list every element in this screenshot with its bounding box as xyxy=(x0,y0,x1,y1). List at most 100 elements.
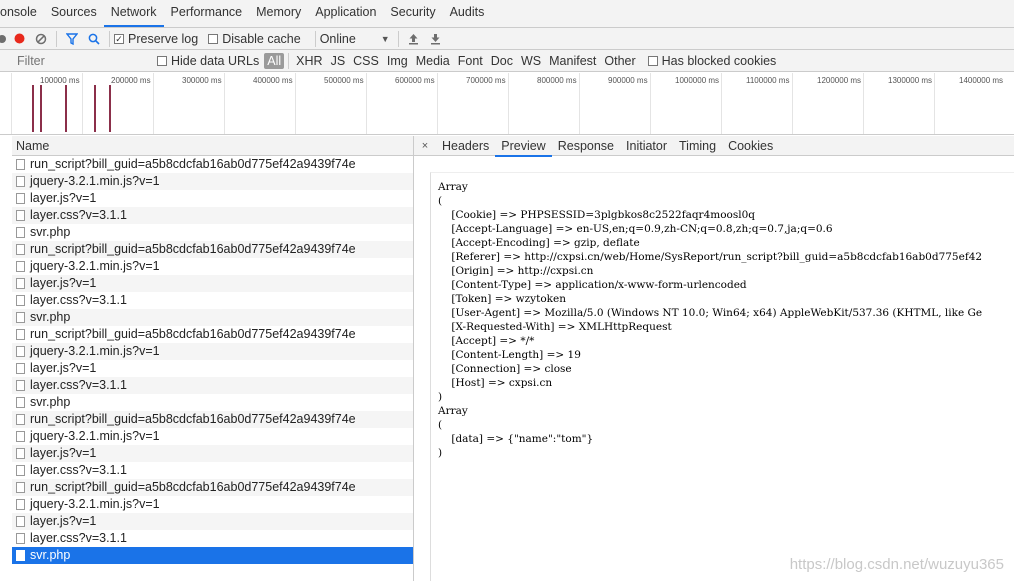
file-icon xyxy=(16,244,25,255)
request-row[interactable]: layer.css?v=3.1.1 xyxy=(12,462,413,479)
preview-line: [Content-Length] => 19 xyxy=(438,349,581,361)
preserve-log-checkbox[interactable]: ✓ Preserve log xyxy=(114,32,198,46)
file-icon xyxy=(16,176,25,187)
filter-icon[interactable] xyxy=(61,29,83,49)
preview-line: [Accept-Encoding] => gzip, deflate xyxy=(438,237,640,249)
request-name: svr.php xyxy=(30,548,71,562)
type-filter-all[interactable]: All xyxy=(264,52,285,69)
import-har-icon[interactable] xyxy=(403,29,425,49)
request-row[interactable]: layer.js?v=1 xyxy=(12,445,413,462)
tab-application[interactable]: Application xyxy=(308,0,383,27)
preview-line: ( xyxy=(438,195,443,207)
tab-memory[interactable]: Memory xyxy=(249,0,308,27)
hide-data-urls-checkbox[interactable]: Hide data URLs xyxy=(157,54,259,68)
file-icon xyxy=(16,380,25,391)
request-row[interactable]: jquery-3.2.1.min.js?v=1 xyxy=(12,343,413,360)
request-row[interactable]: jquery-3.2.1.min.js?v=1 xyxy=(12,173,413,190)
tab-initiator[interactable]: Initiator xyxy=(620,136,673,156)
request-row[interactable]: jquery-3.2.1.min.js?v=1 xyxy=(12,496,413,513)
request-row[interactable]: run_script?bill_guid=a5b8cdcfab16ab0d775… xyxy=(12,479,413,496)
preview-line: ) xyxy=(438,391,443,403)
name-column-header[interactable]: Name xyxy=(12,136,413,156)
file-icon xyxy=(16,159,25,170)
tab-audits[interactable]: Audits xyxy=(443,0,492,27)
tab-preview[interactable]: Preview xyxy=(495,136,553,157)
tab-timing[interactable]: Timing xyxy=(673,136,722,156)
type-filter-css[interactable]: CSS xyxy=(350,53,382,69)
request-row[interactable]: svr.php xyxy=(12,224,413,241)
overview-request-bar xyxy=(40,85,42,132)
export-har-icon[interactable] xyxy=(425,29,447,49)
has-blocked-cookies-checkbox[interactable]: Has blocked cookies xyxy=(647,54,776,68)
request-row[interactable]: run_script?bill_guid=a5b8cdcfab16ab0d775… xyxy=(12,326,413,343)
overview-tick-label: 600000 ms xyxy=(395,76,435,85)
request-row[interactable]: run_script?bill_guid=a5b8cdcfab16ab0d775… xyxy=(12,411,413,428)
request-rows: run_script?bill_guid=a5b8cdcfab16ab0d775… xyxy=(12,156,413,564)
clear-icon[interactable] xyxy=(30,29,52,49)
preview-line: [Cookie] => PHPSESSID=3plgbkos8c2522faqr… xyxy=(438,209,756,221)
tab-headers[interactable]: Headers xyxy=(436,136,495,156)
request-row[interactable]: layer.js?v=1 xyxy=(12,513,413,530)
request-row[interactable]: layer.css?v=3.1.1 xyxy=(12,292,413,309)
type-filter-img[interactable]: Img xyxy=(384,53,411,69)
tab-sources[interactable]: Sources xyxy=(44,0,104,27)
overview-tick-label: 200000 ms xyxy=(111,76,151,85)
preview-content[interactable]: Array ( [Cookie] => PHPSESSID=3plgbkos8c2… xyxy=(430,172,1014,581)
record-icon[interactable] xyxy=(8,29,30,49)
overview-tick-label: 1300000 ms xyxy=(888,76,933,85)
request-row[interactable]: layer.css?v=3.1.1 xyxy=(12,377,413,394)
request-row[interactable]: layer.css?v=3.1.1 xyxy=(12,207,413,224)
type-filter-doc[interactable]: Doc xyxy=(488,53,516,69)
request-name: layer.js?v=1 xyxy=(30,191,97,205)
type-filter-js[interactable]: JS xyxy=(328,53,349,69)
file-icon xyxy=(16,346,25,357)
overview-tick-label: 100000 ms xyxy=(40,76,80,85)
tab-console[interactable]: onsole xyxy=(0,0,44,27)
request-row[interactable]: svr.php xyxy=(12,547,413,564)
close-icon[interactable]: × xyxy=(414,140,436,152)
request-row[interactable]: jquery-3.2.1.min.js?v=1 xyxy=(12,258,413,275)
request-name: svr.php xyxy=(30,225,71,239)
overview-gridline xyxy=(437,73,438,134)
filter-input[interactable] xyxy=(17,51,157,70)
tab-security[interactable]: Security xyxy=(383,0,442,27)
file-icon xyxy=(16,227,25,238)
request-row[interactable]: svr.php xyxy=(12,394,413,411)
type-filter-other[interactable]: Other xyxy=(601,53,638,69)
request-row[interactable]: layer.js?v=1 xyxy=(12,360,413,377)
request-row[interactable]: run_script?bill_guid=a5b8cdcfab16ab0d775… xyxy=(12,241,413,258)
throttling-select[interactable]: Online ▼ xyxy=(320,32,394,46)
file-icon xyxy=(16,499,25,510)
disable-cache-checkbox[interactable]: Disable cache xyxy=(208,32,301,46)
request-row[interactable]: layer.js?v=1 xyxy=(12,275,413,292)
tab-network[interactable]: Network xyxy=(103,0,164,27)
type-filter-xhr[interactable]: XHR xyxy=(293,53,325,69)
checkbox-box[interactable] xyxy=(157,55,167,66)
overview-request-bar xyxy=(65,85,67,132)
tab-performance[interactable]: Performance xyxy=(164,0,250,27)
network-overview-timeline[interactable]: 100000 ms 200000 ms 300000 ms 400000 ms … xyxy=(0,73,1014,135)
tab-response[interactable]: Response xyxy=(552,136,620,156)
file-icon xyxy=(16,278,25,289)
checkbox-box[interactable] xyxy=(647,55,658,66)
request-name: layer.css?v=3.1.1 xyxy=(30,378,127,392)
type-filter-media[interactable]: Media xyxy=(413,53,453,69)
toolbar-divider xyxy=(109,30,110,47)
request-row[interactable]: svr.php xyxy=(12,309,413,326)
request-row[interactable]: jquery-3.2.1.min.js?v=1 xyxy=(12,428,413,445)
request-row[interactable]: layer.js?v=1 xyxy=(12,190,413,207)
search-icon[interactable] xyxy=(83,29,105,49)
info-icon[interactable] xyxy=(0,29,8,49)
type-filter-font[interactable]: Font xyxy=(455,53,486,69)
type-filter-ws[interactable]: WS xyxy=(518,53,544,69)
request-row[interactable]: run_script?bill_guid=a5b8cdcfab16ab0d775… xyxy=(12,156,413,173)
request-row[interactable]: layer.css?v=3.1.1 xyxy=(12,530,413,547)
preview-line: [Accept] => */* xyxy=(438,335,535,347)
type-filter-manifest[interactable]: Manifest xyxy=(546,53,599,69)
checkbox-box[interactable] xyxy=(208,33,219,44)
tab-cookies[interactable]: Cookies xyxy=(722,136,779,156)
overview-tick-label: 1400000 ms xyxy=(959,76,1004,85)
preview-line: Array xyxy=(438,181,468,193)
hide-data-urls-label: Hide data URLs xyxy=(171,53,260,68)
checkmark-icon[interactable]: ✓ xyxy=(114,33,124,44)
